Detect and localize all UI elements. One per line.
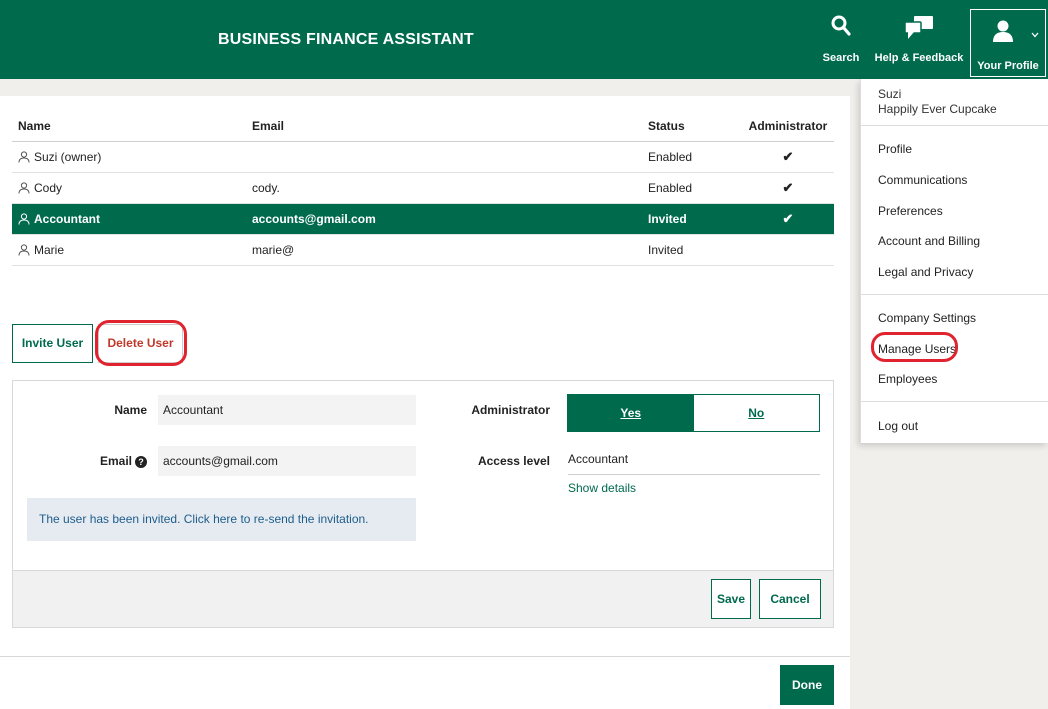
name-label: Name <box>114 403 147 417</box>
top-bar: BUSINESS FINANCE ASSISTANT Search Help &… <box>0 0 1048 79</box>
menu-divider <box>861 401 1048 402</box>
table-row[interactable]: Cody cody. Enabled ✔ <box>12 172 834 204</box>
table-header-row: Name Email Status Administrator <box>12 108 834 142</box>
account-user-name: Suzi <box>878 87 902 101</box>
user-email: marie@ <box>252 234 648 266</box>
checkmark-icon: ✔ <box>782 148 794 164</box>
show-details-link[interactable]: Show details <box>568 481 636 495</box>
user-name: Cody <box>34 180 63 195</box>
search-label: Search <box>822 52 860 64</box>
app-title: BUSINESS FINANCE ASSISTANT <box>218 31 474 48</box>
user-name: Marie <box>34 242 65 257</box>
menu-divider <box>861 294 1048 295</box>
delete-user-button[interactable]: Delete User <box>98 324 183 363</box>
person-outline-icon <box>18 150 30 163</box>
menu-item-manage-users[interactable]: Manage Users <box>878 342 956 356</box>
access-level-label: Access level <box>477 454 550 468</box>
menu-item-logout[interactable]: Log out <box>878 419 918 433</box>
profile-dropdown-menu: Suzi Happily Ever Cupcake Profile Commun… <box>860 79 1048 443</box>
user-admin <box>742 234 834 266</box>
col-status-header: Status <box>648 108 742 142</box>
menu-divider <box>861 125 1048 126</box>
your-profile-button[interactable]: Your Profile <box>970 9 1046 77</box>
user-email: accounts@gmail.com <box>252 203 648 235</box>
user-name: Accountant <box>34 211 100 226</box>
done-button[interactable]: Done <box>780 665 834 705</box>
checkmark-icon: ✔ <box>782 179 794 195</box>
menu-item-company-settings[interactable]: Company Settings <box>878 311 976 325</box>
checkmark-icon: ✔ <box>782 210 794 226</box>
user-status: Enabled <box>648 141 742 173</box>
menu-item-legal-privacy[interactable]: Legal and Privacy <box>878 265 973 279</box>
person-outline-icon <box>18 181 30 194</box>
help-label: Help & Feedback <box>874 52 964 64</box>
user-status: Enabled <box>648 172 742 204</box>
chat-bubble-icon <box>905 16 933 39</box>
invite-user-button[interactable]: Invite User <box>12 324 93 363</box>
search-icon <box>831 15 851 36</box>
table-row-selected[interactable]: Accountant accounts@gmail.com Invited ✔ <box>12 203 834 235</box>
user-status: Invited <box>648 234 742 266</box>
admin-no-option[interactable]: No <box>693 395 819 431</box>
manage-users-panel: Name Email Status Administrator Suzi (ow… <box>0 96 850 709</box>
administrator-label: Administrator <box>471 403 550 417</box>
name-field[interactable]: Accountant <box>158 395 416 425</box>
menu-item-account-billing[interactable]: Account and Billing <box>878 234 980 248</box>
bottom-divider <box>0 656 850 709</box>
person-outline-icon <box>18 243 30 256</box>
email-label: Email? <box>73 454 147 468</box>
table-row[interactable]: Suzi (owner) Enabled ✔ <box>12 141 834 173</box>
chevron-down-icon <box>1031 32 1039 38</box>
user-edit-form: Name Accountant Email? accounts@gmail.co… <box>12 380 834 628</box>
user-status: Invited <box>648 203 742 235</box>
user-email: cody. <box>252 172 648 204</box>
access-level-select[interactable]: Accountant <box>568 447 820 475</box>
account-info: Suzi Happily Ever Cupcake <box>878 87 997 117</box>
col-name-header: Name <box>12 108 252 142</box>
question-circle-icon[interactable]: ? <box>135 456 147 468</box>
col-email-header: Email <box>252 108 648 142</box>
user-name: Suzi (owner) <box>34 149 102 164</box>
resend-invitation-notice[interactable]: The user has been invited. Click here to… <box>27 498 416 541</box>
form-footer: Save Cancel <box>13 570 833 627</box>
menu-item-communications[interactable]: Communications <box>878 173 967 187</box>
email-field[interactable]: accounts@gmail.com <box>158 446 416 476</box>
search-button[interactable]: Search <box>818 0 864 70</box>
save-button[interactable]: Save <box>711 579 751 619</box>
users-table: Name Email Status Administrator Suzi (ow… <box>12 108 834 266</box>
menu-item-profile[interactable]: Profile <box>878 142 912 156</box>
help-feedback-button[interactable]: Help & Feedback <box>872 0 966 70</box>
col-admin-header: Administrator <box>742 108 834 142</box>
menu-item-preferences[interactable]: Preferences <box>878 204 943 218</box>
user-icon <box>993 20 1013 42</box>
admin-yes-option[interactable]: Yes <box>568 395 694 431</box>
cancel-button[interactable]: Cancel <box>759 579 821 619</box>
profile-label: Your Profile <box>977 60 1039 72</box>
menu-item-employees[interactable]: Employees <box>878 372 937 386</box>
table-row[interactable]: Marie marie@ Invited <box>12 234 834 266</box>
administrator-toggle: Yes No <box>567 394 820 432</box>
account-company-name: Happily Ever Cupcake <box>878 102 997 116</box>
person-outline-icon <box>18 212 30 225</box>
